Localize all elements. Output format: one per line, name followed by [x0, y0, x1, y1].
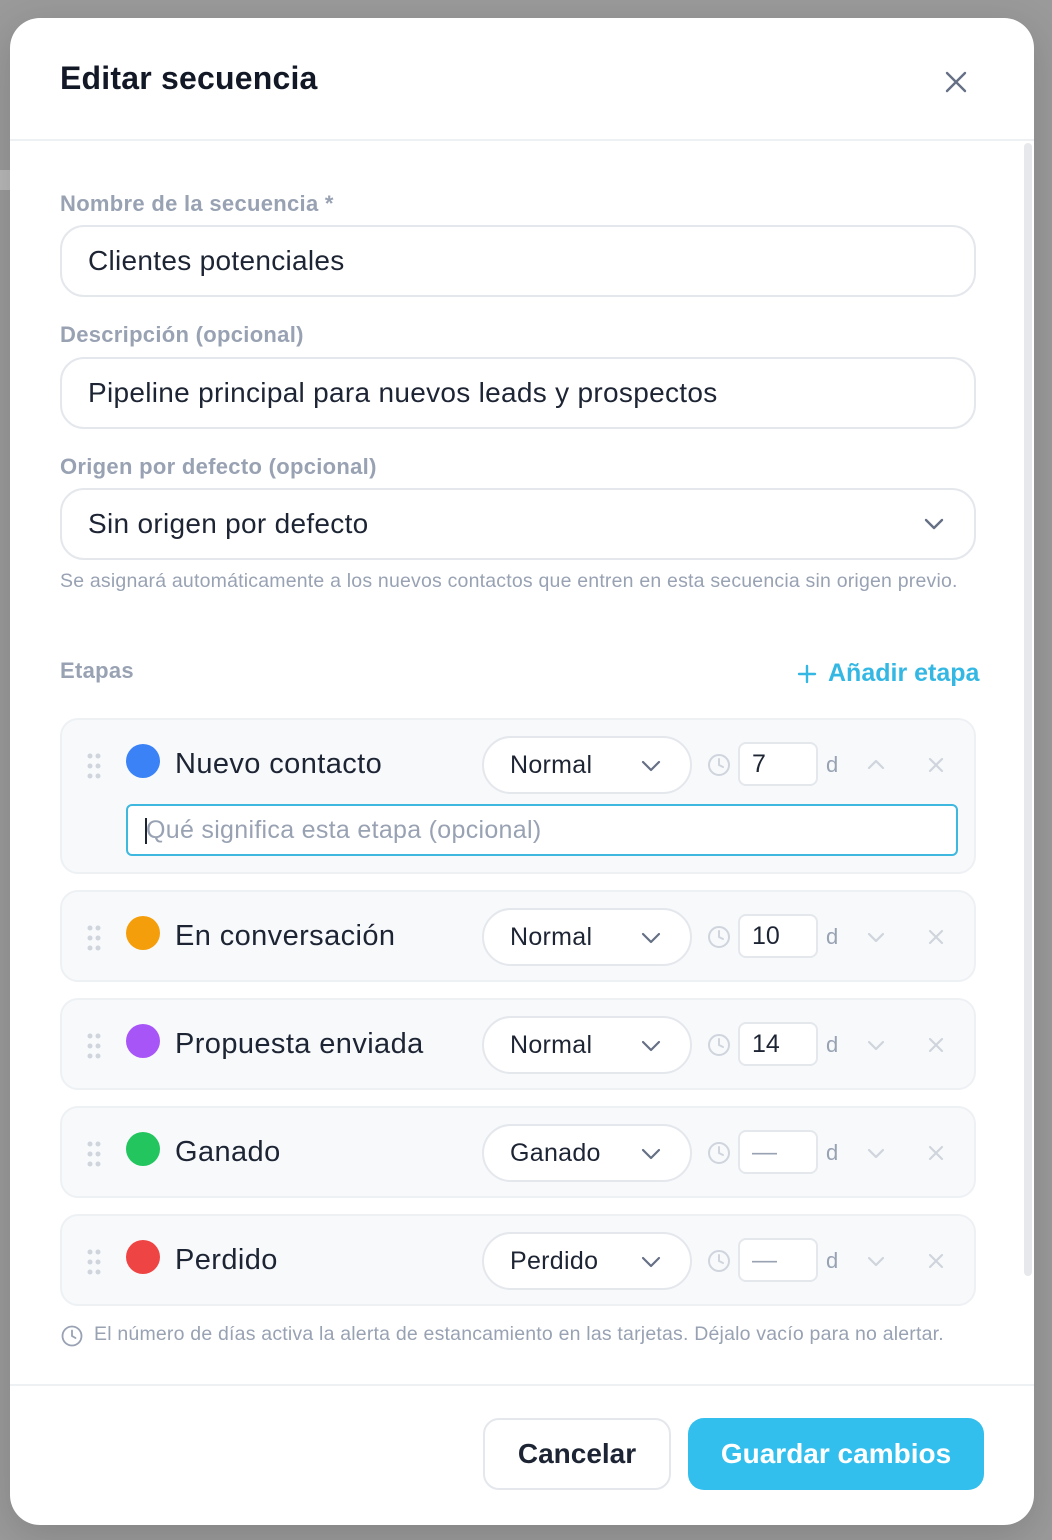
modal-title: Editar secuencia: [60, 60, 318, 96]
stage-color-dot[interactable]: [126, 1024, 160, 1058]
chevron-down-icon: [641, 932, 661, 944]
stage-days-value: 10: [752, 921, 780, 950]
stage-type-value: Ganado: [510, 1138, 601, 1167]
stage-days-input[interactable]: 10: [738, 914, 818, 958]
text-caret: [145, 818, 147, 844]
chevron-down-icon: [641, 760, 661, 772]
remove-stage-icon[interactable]: [924, 925, 948, 949]
add-stage-label: Añadir etapa: [828, 659, 980, 687]
stage-row: Propuesta enviada Normal 14 d: [60, 998, 976, 1090]
stage-color-dot[interactable]: [126, 744, 160, 778]
close-icon: [945, 71, 967, 93]
stage-days-input[interactable]: 14: [738, 1022, 818, 1066]
stage-days-input[interactable]: 7: [738, 742, 818, 786]
stage-type-select[interactable]: Ganado: [482, 1124, 692, 1182]
chevron-down-icon: [641, 1148, 661, 1160]
close-button[interactable]: [938, 64, 974, 100]
stage-name[interactable]: En conversación: [175, 920, 395, 953]
sequence-name-value: Clientes potenciales: [88, 245, 345, 276]
drag-handle-icon[interactable]: [86, 1140, 102, 1168]
stage-type-value: Perdido: [510, 1246, 599, 1275]
chevron-down-icon[interactable]: [864, 925, 888, 949]
stall-alert-note: El número de días activa la alerta de es…: [60, 1322, 960, 1348]
stage-row: En conversación Normal 10 d: [60, 890, 976, 982]
origin-value: Sin origen por defecto: [88, 508, 369, 539]
stages-label: Etapas: [60, 658, 134, 683]
days-unit: d: [826, 924, 839, 949]
origin-hint: Se asignará automáticamente a los nuevos…: [60, 570, 958, 592]
stage-row: Nuevo contacto Normal 7 d Qué significa …: [60, 718, 976, 874]
clock-icon: [708, 1250, 730, 1272]
footer-divider: [10, 1384, 1034, 1386]
chevron-down-icon: [924, 518, 944, 530]
save-changes-button[interactable]: Guardar cambios: [688, 1418, 984, 1490]
clock-icon: [708, 1034, 730, 1056]
stage-type-select[interactable]: Perdido: [482, 1232, 692, 1290]
sequence-name-label: Nombre de la secuencia *: [60, 191, 334, 216]
drag-handle-icon[interactable]: [86, 752, 102, 780]
stage-type-select[interactable]: Normal: [482, 908, 692, 966]
plus-icon: [797, 664, 817, 683]
stage-type-value: Normal: [510, 750, 593, 779]
description-label: Descripción (opcional): [60, 322, 304, 347]
stage-color-dot[interactable]: [126, 1132, 160, 1166]
stage-name[interactable]: Nuevo contacto: [175, 748, 382, 781]
origin-label: Origen por defecto (opcional): [60, 454, 377, 479]
stage-days-input[interactable]: —: [738, 1238, 818, 1282]
stage-days-value: —: [752, 1137, 777, 1166]
days-unit: d: [826, 1140, 839, 1165]
days-unit: d: [826, 1032, 839, 1057]
sequence-name-input[interactable]: Clientes potenciales: [60, 225, 976, 297]
scrollbar[interactable]: [1024, 143, 1032, 1276]
remove-stage-icon[interactable]: [924, 1249, 948, 1273]
stage-days-value: 14: [752, 1029, 780, 1058]
stage-color-dot[interactable]: [126, 916, 160, 950]
add-stage-button[interactable]: Añadir etapa: [796, 659, 979, 688]
chevron-down-icon[interactable]: [864, 1141, 888, 1165]
stage-name[interactable]: Ganado: [175, 1136, 281, 1169]
stage-days-value: —: [752, 1245, 777, 1274]
stall-alert-text: El número de días activa la alerta de es…: [94, 1323, 944, 1345]
stage-row: Ganado Ganado — d: [60, 1106, 976, 1198]
stage-name[interactable]: Propuesta enviada: [175, 1028, 424, 1061]
chevron-up-icon[interactable]: [864, 753, 888, 777]
chevron-down-icon: [641, 1256, 661, 1268]
stage-row: Perdido Perdido — d: [60, 1214, 976, 1306]
edit-sequence-modal: Editar secuencia Nombre de la secuencia …: [10, 18, 1034, 1525]
stage-type-select[interactable]: Normal: [482, 1016, 692, 1074]
drag-handle-icon[interactable]: [86, 924, 102, 952]
days-unit: d: [826, 1248, 839, 1273]
stage-type-select[interactable]: Normal: [482, 736, 692, 794]
stage-color-dot[interactable]: [126, 1240, 160, 1274]
clock-icon: [708, 1142, 730, 1164]
chevron-down-icon[interactable]: [864, 1033, 888, 1057]
clock-icon: [708, 754, 730, 776]
stage-type-value: Normal: [510, 922, 593, 951]
stage-days-value: 7: [752, 749, 766, 778]
chevron-down-icon[interactable]: [864, 1249, 888, 1273]
remove-stage-icon[interactable]: [924, 753, 948, 777]
clock-icon: [61, 1325, 83, 1347]
clock-icon: [708, 926, 730, 948]
stage-days-input[interactable]: —: [738, 1130, 818, 1174]
modal-header: Editar secuencia: [10, 18, 1034, 141]
remove-stage-icon[interactable]: [924, 1141, 948, 1165]
remove-stage-icon[interactable]: [924, 1033, 948, 1057]
drag-handle-icon[interactable]: [86, 1032, 102, 1060]
description-value: Pipeline principal para nuevos leads y p…: [88, 377, 718, 408]
description-input[interactable]: Pipeline principal para nuevos leads y p…: [60, 357, 976, 429]
stage-description-placeholder: Qué significa esta etapa (opcional): [146, 815, 542, 844]
stage-type-value: Normal: [510, 1030, 593, 1059]
stage-name[interactable]: Perdido: [175, 1244, 278, 1277]
stage-description-input[interactable]: Qué significa esta etapa (opcional): [126, 804, 958, 856]
chevron-down-icon: [641, 1040, 661, 1052]
cancel-button[interactable]: Cancelar: [483, 1418, 671, 1490]
days-unit: d: [826, 752, 839, 777]
drag-handle-icon[interactable]: [86, 1248, 102, 1276]
origin-select[interactable]: Sin origen por defecto: [60, 488, 976, 560]
